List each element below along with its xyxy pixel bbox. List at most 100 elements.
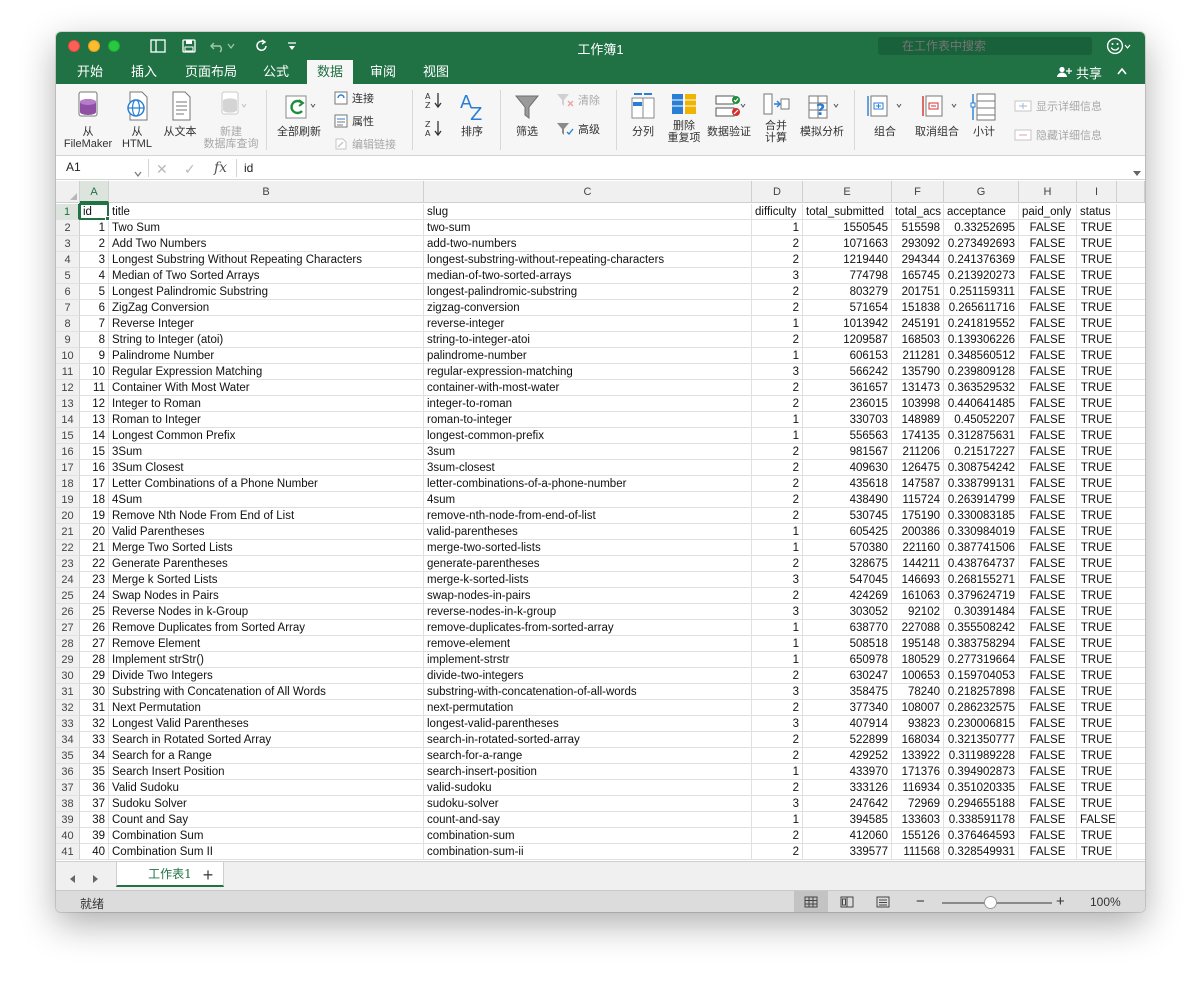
row-header[interactable]: 18	[56, 476, 80, 492]
cell[interactable]: 18	[80, 492, 109, 508]
row-header[interactable]: 17	[56, 460, 80, 476]
cell[interactable]: 108007	[892, 700, 944, 716]
cell[interactable]: 0.139306226	[944, 332, 1019, 348]
cell[interactable]: 1	[752, 412, 803, 428]
cell[interactable]: 0.33252695	[944, 220, 1019, 236]
cell[interactable]: integer-to-roman	[424, 396, 752, 412]
cell[interactable]: FALSE	[1019, 220, 1077, 236]
cell[interactable]	[1117, 636, 1145, 652]
cell[interactable]: 72969	[892, 796, 944, 812]
cell[interactable]: 515598	[892, 220, 944, 236]
cell[interactable]: Palindrome Number	[109, 348, 424, 364]
cell[interactable]	[1117, 668, 1145, 684]
cell[interactable]	[1117, 204, 1145, 220]
column-header-i[interactable]: I	[1077, 181, 1117, 203]
subtotal-button[interactable]: 小计	[966, 90, 1002, 138]
cell[interactable]: search-for-a-range	[424, 748, 752, 764]
row-header[interactable]: 29	[56, 652, 80, 668]
row-header[interactable]: 33	[56, 716, 80, 732]
cell[interactable]: 1	[752, 620, 803, 636]
cell[interactable]	[1117, 364, 1145, 380]
cell[interactable]	[1117, 716, 1145, 732]
cell[interactable]: 0.294655188	[944, 796, 1019, 812]
next-sheet-icon[interactable]	[92, 871, 100, 889]
cell[interactable]: FALSE	[1019, 748, 1077, 764]
cell[interactable]: 0.351020335	[944, 780, 1019, 796]
cell[interactable]: 1	[752, 348, 803, 364]
remove-duplicates-button[interactable]: 删除 重复项	[664, 90, 704, 144]
cell[interactable]: 14	[80, 428, 109, 444]
cell[interactable]: 2	[752, 556, 803, 572]
cell[interactable]: total_submitted	[803, 204, 892, 220]
ungroup-button[interactable]: 取消组合	[910, 90, 964, 138]
fill-handle[interactable]	[105, 216, 110, 221]
cell[interactable]: 358475	[803, 684, 892, 700]
cell[interactable]	[1117, 332, 1145, 348]
cell[interactable]: TRUE	[1077, 252, 1117, 268]
cell[interactable]: two-sum	[424, 220, 752, 236]
cell[interactable]: TRUE	[1077, 332, 1117, 348]
row-header[interactable]: 35	[56, 748, 80, 764]
cell[interactable]	[1117, 732, 1145, 748]
cell[interactable]: FALSE	[1019, 236, 1077, 252]
cell[interactable]: 394585	[803, 812, 892, 828]
cell[interactable]: total_acs	[892, 204, 944, 220]
zoom-level[interactable]: 100%	[1090, 895, 1121, 909]
cell[interactable]: reverse-integer	[424, 316, 752, 332]
cell[interactable]: Divide Two Integers	[109, 668, 424, 684]
cell[interactable]: Regular Expression Matching	[109, 364, 424, 380]
cell[interactable]: TRUE	[1077, 668, 1117, 684]
cell[interactable]: generate-parentheses	[424, 556, 752, 572]
add-sheet-icon[interactable]: +	[198, 865, 218, 885]
cell[interactable]: 3	[752, 268, 803, 284]
cell[interactable]: FALSE	[1019, 412, 1077, 428]
cell[interactable]: 155126	[892, 828, 944, 844]
cell[interactable]: 245191	[892, 316, 944, 332]
cell[interactable]: TRUE	[1077, 236, 1117, 252]
cell[interactable]: 19	[80, 508, 109, 524]
row-header[interactable]: 20	[56, 508, 80, 524]
cell[interactable]: 630247	[803, 668, 892, 684]
cell[interactable]: 0.21517227	[944, 444, 1019, 460]
cell[interactable]: 116934	[892, 780, 944, 796]
cell[interactable]: 0.438764737	[944, 556, 1019, 572]
cell[interactable]: 2	[752, 236, 803, 252]
column-header-c[interactable]: C	[424, 181, 752, 203]
cell[interactable]: FALSE	[1019, 684, 1077, 700]
cell[interactable]: 2	[752, 444, 803, 460]
cell[interactable]: FALSE	[1019, 572, 1077, 588]
cell[interactable]: 409630	[803, 460, 892, 476]
cell[interactable]: TRUE	[1077, 748, 1117, 764]
cell[interactable]: 175190	[892, 508, 944, 524]
cell[interactable]: container-with-most-water	[424, 380, 752, 396]
cell[interactable]	[1117, 844, 1145, 860]
cell[interactable]: 1209587	[803, 332, 892, 348]
cell[interactable]: 1	[752, 316, 803, 332]
page-layout-view-icon[interactable]	[830, 891, 864, 912]
cell[interactable]: 328675	[803, 556, 892, 572]
cell[interactable]: 0.308754242	[944, 460, 1019, 476]
cell[interactable]: 103998	[892, 396, 944, 412]
cell[interactable]: 606153	[803, 348, 892, 364]
cell[interactable]: 12	[80, 396, 109, 412]
cell[interactable]: 2	[752, 668, 803, 684]
cell[interactable]: Letter Combinations of a Phone Number	[109, 476, 424, 492]
cell[interactable]: TRUE	[1077, 556, 1117, 572]
what-if-analysis-button[interactable]: ? 模拟分析	[798, 90, 846, 138]
cell[interactable]: 2	[752, 284, 803, 300]
cell[interactable]: 1	[752, 220, 803, 236]
cell[interactable]: FALSE	[1019, 364, 1077, 380]
cell[interactable]: 247642	[803, 796, 892, 812]
cell[interactable]: 0.45052207	[944, 412, 1019, 428]
cell[interactable]: ZigZag Conversion	[109, 300, 424, 316]
cell[interactable]: Implement strStr()	[109, 652, 424, 668]
cell[interactable]: 0.263914799	[944, 492, 1019, 508]
cell[interactable]: Generate Parentheses	[109, 556, 424, 572]
row-header[interactable]: 28	[56, 636, 80, 652]
cell[interactable]: 0.230006815	[944, 716, 1019, 732]
cell[interactable]: FALSE	[1019, 668, 1077, 684]
column-header-g[interactable]: G	[944, 181, 1019, 203]
cell[interactable]: 165745	[892, 268, 944, 284]
cell[interactable]: 2	[80, 236, 109, 252]
cell[interactable]	[1117, 780, 1145, 796]
